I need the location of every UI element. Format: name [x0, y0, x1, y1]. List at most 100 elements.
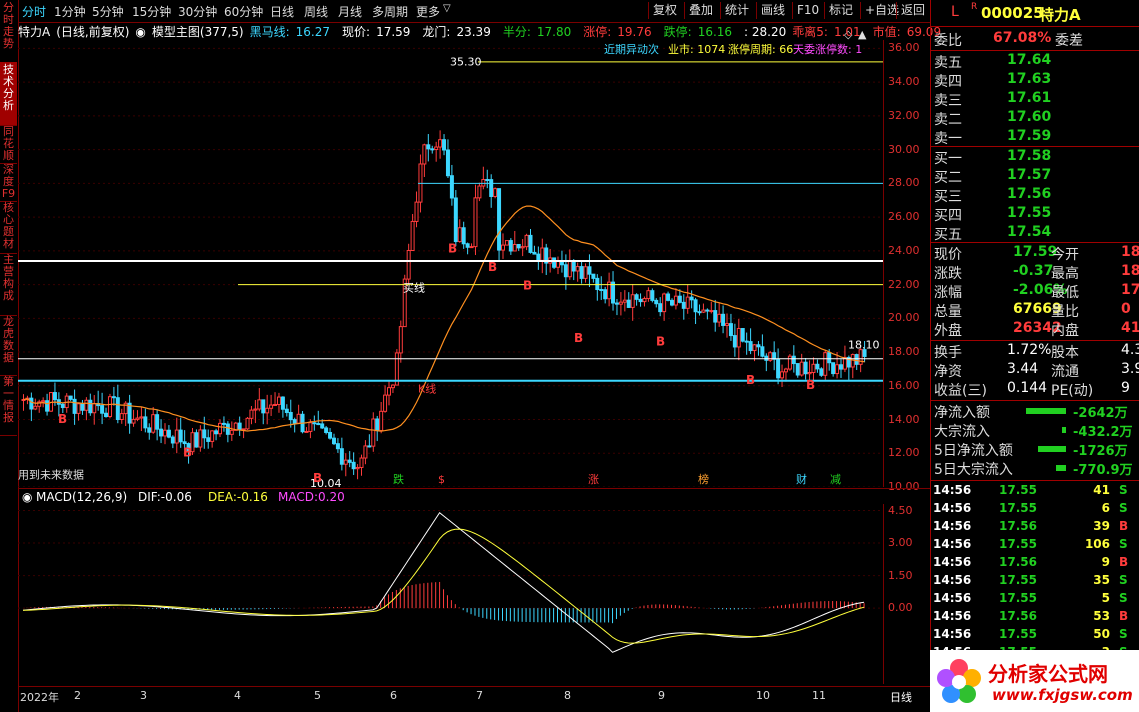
left-tab-0[interactable]: 分时走势	[0, 0, 17, 64]
candle-body	[528, 234, 533, 253]
stat-row-3: 总量 67669 量比 0	[933, 301, 1139, 320]
candle-body	[489, 179, 494, 197]
left-tab-7[interactable]: 第一情报	[0, 374, 17, 436]
candle-body	[701, 309, 706, 313]
time-label: 2	[74, 689, 81, 702]
event-marker[interactable]: 跌	[393, 472, 404, 486]
bid-price[interactable]: 17.54	[1007, 224, 1051, 240]
indicator-name[interactable]: 模型主图(377,5)	[152, 25, 244, 39]
event-marker[interactable]: 财	[796, 472, 807, 486]
tick-time: 14:56	[933, 555, 972, 569]
adjust-mode[interactable]: (日线,前复权)	[56, 25, 129, 39]
candle-body	[308, 422, 313, 432]
flow-value: -770.9万	[1073, 463, 1133, 478]
ask-row-4: 卖一 17.59	[933, 128, 1139, 147]
left-tab-4[interactable]: 核心题材	[0, 200, 17, 254]
candle-body	[80, 403, 85, 411]
left-tab-5[interactable]: 主营构成	[0, 252, 17, 316]
period-tab-10[interactable]: 更多	[416, 3, 440, 20]
candle-body	[155, 414, 160, 430]
future-note: 用到未来数据	[18, 468, 84, 482]
flow-value: -2642万	[1073, 406, 1128, 421]
candle-body	[791, 355, 796, 365]
ask-price[interactable]: 17.59	[1007, 128, 1051, 144]
candle-body	[206, 437, 211, 442]
left-tab-1[interactable]: 技术分析	[0, 62, 17, 126]
candle-body	[673, 295, 678, 306]
tick-row: 14:56 17.55 41 S	[933, 483, 1139, 501]
ask-row-0: 卖五 17.64	[933, 52, 1139, 71]
ask-price[interactable]: 17.63	[1007, 71, 1051, 87]
period-tab-4[interactable]: 30分钟	[178, 3, 217, 20]
candle-body	[100, 405, 105, 414]
candle-body	[276, 396, 281, 405]
toolbar-button-0[interactable]: 复权	[648, 2, 681, 19]
left-tab-2[interactable]: 同花顺	[0, 124, 17, 164]
candle-body	[783, 368, 788, 373]
macd-chart[interactable]	[18, 504, 883, 684]
stat-label-2: 最低	[1051, 285, 1079, 301]
tick-volume: 106	[1084, 537, 1110, 551]
event-marker[interactable]: $	[438, 473, 445, 486]
ask-price[interactable]: 17.61	[1007, 90, 1051, 106]
candle-body	[626, 299, 631, 308]
candle-body	[229, 429, 234, 435]
stat2-value: 0.144	[1007, 380, 1048, 396]
bid-price[interactable]: 17.57	[1007, 167, 1051, 183]
r-badge: R	[971, 2, 978, 12]
indicator-select-icon[interactable]: ◉	[135, 25, 145, 39]
left-tab-6[interactable]: 龙虎数据	[0, 314, 17, 376]
candle-body	[426, 144, 431, 150]
tick-volume: 41	[1093, 483, 1110, 497]
bid-price[interactable]: 17.55	[1007, 205, 1051, 221]
candle-body	[430, 148, 435, 151]
period-tab-1[interactable]: 1分钟	[54, 3, 86, 20]
period-tab-9[interactable]: 多周期	[372, 3, 408, 20]
period-label[interactable]: 日线	[890, 689, 912, 705]
toolbar-button-2[interactable]: 统计	[720, 2, 753, 19]
left-tab-3[interactable]: 深度F9	[0, 162, 17, 202]
heima-label: 黑马线:	[249, 25, 290, 39]
tick-side: B	[1119, 555, 1129, 569]
period-tab-3[interactable]: 15分钟	[132, 3, 171, 20]
candle-body	[162, 429, 167, 437]
toolbar-button-5[interactable]: 标记	[824, 2, 857, 19]
period-tab-6[interactable]: 日线	[270, 3, 294, 20]
more-arrow-icon[interactable]: ▽	[443, 3, 451, 14]
event-marker[interactable]: 榜	[698, 472, 709, 486]
tick-price: 17.55	[999, 501, 1037, 515]
bid-price[interactable]: 17.56	[1007, 186, 1051, 202]
toolbar-button-4[interactable]: F10	[792, 2, 823, 19]
event-marker[interactable]: 减	[830, 473, 841, 486]
stat-label: 总量	[934, 304, 962, 320]
macd-tick: 1.50	[888, 568, 913, 582]
stat-label-2: 今开	[1051, 247, 1079, 263]
period-tab-2[interactable]: 5分钟	[92, 3, 124, 20]
period-tab-5[interactable]: 60分钟	[224, 3, 263, 20]
price-tick: 22.00	[888, 277, 920, 291]
tick-time: 14:56	[933, 627, 972, 641]
buy-signal-mark: B	[488, 260, 497, 274]
bid-price[interactable]: 17.58	[1007, 148, 1051, 164]
macd-select-icon[interactable]: ◉	[22, 490, 32, 504]
ask-price[interactable]: 17.60	[1007, 109, 1051, 125]
candle-body	[650, 290, 655, 301]
toolbar-button-3[interactable]: 画线	[756, 2, 789, 19]
price-chart[interactable]: 35.3010.0418.10用到未来数据买线K线BBBBBBB BB B跌 $ 涨榜财…	[18, 40, 883, 487]
tick-price: 17.56	[999, 555, 1037, 569]
period-tab-7[interactable]: 周线	[304, 3, 328, 20]
high-label: 35.30	[450, 55, 482, 68]
macd-tick: 0.00	[888, 601, 913, 615]
toolbar-button-1[interactable]: 叠加	[684, 2, 717, 19]
toolbar-button-7[interactable]: 返回	[896, 2, 929, 19]
candle-body	[343, 459, 348, 465]
ask-price[interactable]: 17.64	[1007, 52, 1051, 68]
time-label: 11	[812, 689, 826, 702]
event-marker[interactable]: 涨	[588, 473, 599, 486]
candle-body	[398, 326, 403, 354]
period-tab-8[interactable]: 月线	[338, 3, 362, 20]
period-tab-0[interactable]: 分时	[22, 3, 46, 20]
tick-time: 14:56	[933, 501, 972, 515]
price-tick: 16.00	[888, 378, 920, 392]
candle-body	[147, 427, 152, 433]
